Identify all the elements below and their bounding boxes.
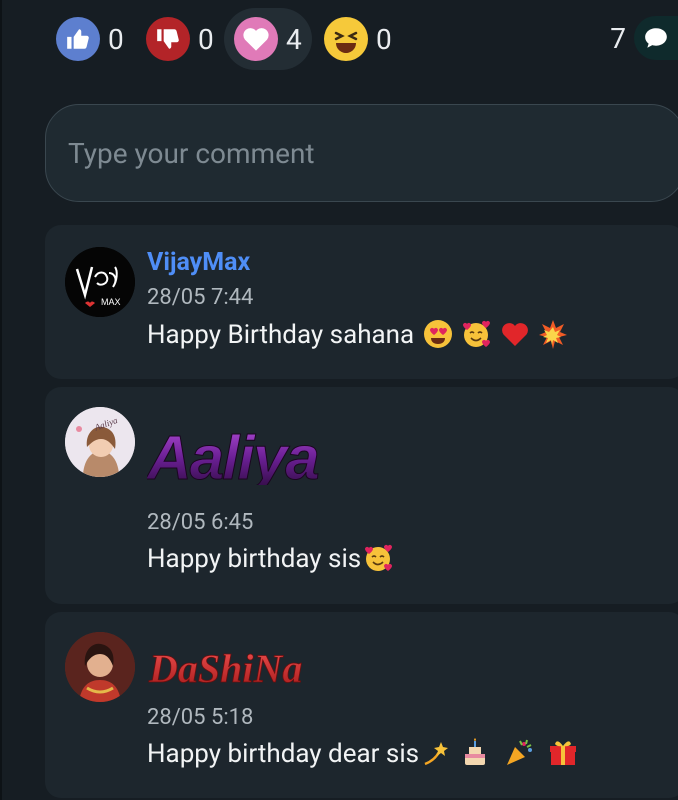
left-edge xyxy=(0,0,2,800)
comment-text: Happy Birthday sahana xyxy=(147,319,568,350)
svg-text:DaShiNa: DaShiNa xyxy=(148,646,302,691)
comment-card: Aaliya Aaliya 28/05 6:45 Happy birthday … xyxy=(45,387,678,604)
comment-count: 7 xyxy=(610,21,626,55)
laughing-face-icon xyxy=(324,17,368,61)
heart-eyes-icon xyxy=(423,320,452,348)
love-count: 4 xyxy=(286,22,302,56)
smiling-face-with-hearts-icon xyxy=(463,320,491,347)
thumbs-up-icon xyxy=(56,17,100,61)
smiling-face-with-hearts-icon xyxy=(365,544,393,571)
comment-time: 28/05 5:18 xyxy=(147,705,254,730)
svg-text:MAX: MAX xyxy=(101,297,121,307)
birthday-cake-icon xyxy=(464,738,485,765)
comment-text-body: Happy birthday dear sis xyxy=(147,739,420,769)
wrapped-gift-icon xyxy=(550,741,577,765)
heart-icon xyxy=(234,17,278,61)
thumbs-down-icon xyxy=(146,17,190,61)
comment-card: MAX VijayMax 28/05 7:44 Happy Birthday s… xyxy=(45,225,678,379)
comment-username[interactable]: VijayMax xyxy=(147,248,250,277)
dislike-count: 0 xyxy=(198,22,214,56)
comment-text: Happy birthday dear sis xyxy=(147,738,578,769)
comment-text-body: Happy birthday sis xyxy=(147,544,362,574)
avatar[interactable]: Aaliya xyxy=(65,407,135,477)
comments-count[interactable]: 7 xyxy=(610,16,678,60)
love-reaction[interactable]: 4 xyxy=(224,8,312,70)
comment-time: 28/05 7:44 xyxy=(147,285,254,310)
laugh-count: 0 xyxy=(376,22,392,56)
reactions-bar: 0 0 4 0 7 xyxy=(0,0,678,80)
dislike-reaction[interactable]: 0 xyxy=(146,8,214,70)
like-count: 0 xyxy=(108,22,124,56)
avatar[interactable]: MAX xyxy=(65,247,135,317)
comment-time: 28/05 6:45 xyxy=(147,510,254,535)
comment-username-logo[interactable]: DaShiNa xyxy=(147,642,347,699)
dizzy-icon xyxy=(424,742,449,766)
comment-username-logo[interactable]: Aaliya xyxy=(145,424,429,494)
speech-bubble-icon xyxy=(634,16,678,60)
svg-text:Aaliya: Aaliya xyxy=(147,425,318,485)
like-reaction[interactable]: 0 xyxy=(56,8,124,70)
comment-text-body: Happy Birthday sahana xyxy=(147,320,415,350)
comment-card: DaShiNa 28/05 5:18 Happy birthday dear s… xyxy=(45,612,678,798)
laugh-reaction[interactable]: 0 xyxy=(324,8,392,70)
red-heart-icon xyxy=(501,323,528,346)
collision-icon xyxy=(539,320,567,349)
party-popper-icon xyxy=(506,739,532,765)
avatar[interactable] xyxy=(65,632,135,702)
comment-input[interactable]: Type your comment xyxy=(45,104,678,202)
comment-text: Happy birthday sis xyxy=(147,543,393,574)
comment-input-placeholder: Type your comment xyxy=(68,136,315,170)
